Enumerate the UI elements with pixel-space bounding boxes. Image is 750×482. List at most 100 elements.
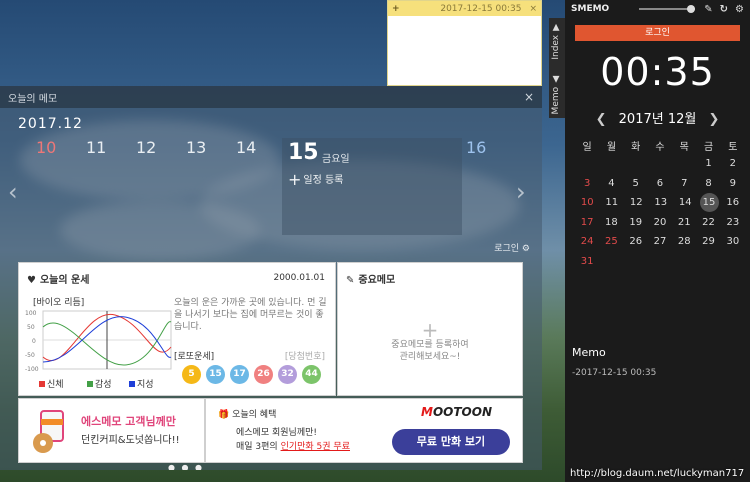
edit-icon: ✎	[346, 275, 355, 286]
slider-knob[interactable]	[687, 5, 696, 13]
weekday: 일	[582, 142, 592, 153]
sidebar-vertical-tabs: Index ▼ Memo ▲	[549, 18, 565, 118]
calendar-day[interactable]: 24	[575, 236, 599, 247]
calendar-day[interactable]: 18	[599, 217, 623, 228]
biorhythm-chart: 100 50 0 -50 -100	[25, 310, 172, 373]
prev-month-icon[interactable]: ❮	[596, 112, 607, 127]
free-comic-button[interactable]: 무료 만화 보기	[392, 429, 510, 455]
day-16[interactable]: 16	[466, 138, 486, 157]
calendar-day[interactable]: 12	[624, 197, 649, 208]
day-11[interactable]: 11	[86, 138, 106, 157]
banner-page-dots[interactable]: ● ● ●	[168, 463, 204, 470]
calendar-week: 12	[575, 154, 745, 174]
mootoon-ad-banner[interactable]: 🎁 오늘의 혜택 에스메모 회원님께만! 매일 3편의 인기만화 5권 무료 M…	[205, 398, 523, 463]
mootoon-logo-rest: OOTOON	[432, 405, 492, 419]
today-box[interactable]: 15 금요일 + 일정 등록	[282, 138, 462, 235]
memo-login-label: 로그인	[494, 244, 520, 254]
pin-icon[interactable]: ✎	[704, 4, 712, 15]
calendar-day[interactable]: 22	[696, 217, 720, 228]
calendar-day[interactable]: 11	[600, 197, 625, 208]
add-schedule-button[interactable]: + 일정 등록	[288, 170, 343, 189]
legend-label: 신체	[47, 380, 64, 390]
ad2-line2-highlight: 인기만화 5권 무료	[280, 442, 350, 452]
memo-window-title: 오늘의 메모	[8, 93, 58, 105]
important-empty-state[interactable]: + 중요메모를 등록하여 관리해보세요~!	[338, 320, 522, 363]
calendar-day[interactable]: 15	[699, 193, 719, 213]
app-name: SMEMO	[571, 4, 610, 14]
calendar-week: 17 18 19 20 21 22 23	[575, 213, 745, 233]
weekday: 목	[679, 142, 689, 153]
calendar-day[interactable]: 3	[575, 178, 599, 189]
important-memo-panel[interactable]: ✎ 중요메모 + 중요메모를 등록하여 관리해보세요~!	[337, 262, 523, 396]
calendar-day[interactable]: 29	[696, 236, 720, 247]
calendar-day[interactable]: 9	[721, 178, 745, 189]
calendar-day[interactable]: 21	[672, 217, 696, 228]
calendar-day[interactable]: 26	[624, 236, 648, 247]
calendar-day[interactable]: 30	[721, 236, 745, 247]
clock: 00:35	[600, 50, 715, 94]
day-14[interactable]: 14	[236, 138, 256, 157]
gear-icon[interactable]: ⚙	[522, 244, 530, 254]
empty-text-2: 관리해보세요~!	[399, 352, 461, 362]
calendar-day[interactable]: 23	[721, 217, 745, 228]
sticky-titlebar[interactable]: + 2017-12-15 00:35 ×	[388, 1, 541, 16]
calendar-day[interactable]: 28	[672, 236, 696, 247]
sticky-close-icon[interactable]: ×	[529, 4, 537, 14]
refresh-icon[interactable]: ↻	[720, 4, 728, 15]
calendar-day[interactable]: 7	[672, 178, 696, 189]
day-10[interactable]: 10	[36, 138, 56, 157]
day-12[interactable]: 12	[136, 138, 156, 157]
close-icon[interactable]: ×	[524, 90, 534, 104]
next-arrow-icon[interactable]: ›	[516, 178, 526, 206]
calendar-day[interactable]: 31	[575, 256, 599, 267]
bio-tick: 100	[25, 310, 37, 317]
calendar-day[interactable]: 10	[575, 197, 600, 208]
calendar-day[interactable]: 14	[673, 197, 698, 208]
lotto-ball: 17	[230, 365, 249, 384]
calendar-day[interactable]: 4	[599, 178, 623, 189]
calendar-day[interactable]: 25	[599, 236, 623, 247]
mootoon-logo-m: M	[421, 405, 433, 419]
memo-titlebar[interactable]: 오늘의 메모 ×	[0, 86, 542, 108]
dunkin-ad-banner[interactable]: 에스메모 고객님께만 던킨커피&도넛쏩니다!!	[18, 398, 205, 463]
add-schedule-label: 일정 등록	[303, 175, 344, 186]
heart-icon: ♥	[27, 275, 36, 286]
sticky-add-button[interactable]: +	[392, 4, 408, 14]
calendar-day[interactable]: 2	[721, 158, 745, 169]
sticky-timestamp: 2017-12-15 00:35	[440, 3, 522, 14]
tab-index[interactable]: Index ▼	[551, 22, 561, 60]
calendar-day[interactable]: 5	[624, 178, 648, 189]
fortune-text: 오늘의 운은 가까운 곳에 있습니다. 먼 길을 나서기 보다는 집에 머무르는…	[174, 298, 327, 332]
calendar-day[interactable]: 27	[648, 236, 672, 247]
prev-arrow-icon[interactable]: ‹	[8, 178, 18, 206]
calendar-day[interactable]: 1	[696, 158, 720, 169]
calendar-day[interactable]: 17	[575, 217, 599, 228]
important-title: ✎ 중요메모	[346, 271, 395, 286]
calendar-day[interactable]: 16	[721, 197, 746, 208]
weekday-header: 일 월 화 수 목 금 토	[575, 138, 745, 153]
tab-memo[interactable]: Memo ▲	[551, 74, 561, 114]
benefit-title-text: 오늘의 혜택	[232, 410, 277, 420]
memo-heading: Memo	[572, 346, 606, 359]
memo-login-link[interactable]: 로그인 ⚙	[494, 241, 530, 254]
calendar-day[interactable]: 8	[696, 178, 720, 189]
legend-swatch	[39, 381, 45, 387]
add-important-icon[interactable]: +	[338, 320, 522, 340]
lotto-label: [로또운세]	[174, 352, 215, 362]
calendar-day[interactable]: 19	[624, 217, 648, 228]
calendar-week: 24 25 26 27 28 29 30	[575, 232, 745, 252]
draw-numbers-link[interactable]: [당첨번호]	[285, 349, 325, 362]
lotto-ball: 26	[254, 365, 273, 384]
day-13[interactable]: 13	[186, 138, 206, 157]
lotto-ball: 44	[302, 365, 321, 384]
sticky-note[interactable]: + 2017-12-15 00:35 ×	[387, 0, 542, 86]
calendar-day[interactable]: 13	[649, 197, 674, 208]
opacity-slider[interactable]	[639, 5, 696, 13]
next-month-icon[interactable]: ❯	[708, 112, 719, 127]
gear-icon[interactable]: ⚙	[735, 4, 744, 15]
memo-list-item[interactable]: -2017-12-15 00:35	[572, 368, 656, 378]
login-button[interactable]: 로그인	[575, 25, 740, 41]
calendar-day[interactable]: 20	[648, 217, 672, 228]
calendar-grid: 1 2 3 4 5 6 7 8 9 10 11 12 13 14 15 16 17 18 19 20 21 22 23 24 2…	[575, 154, 745, 271]
calendar-day[interactable]: 6	[648, 178, 672, 189]
